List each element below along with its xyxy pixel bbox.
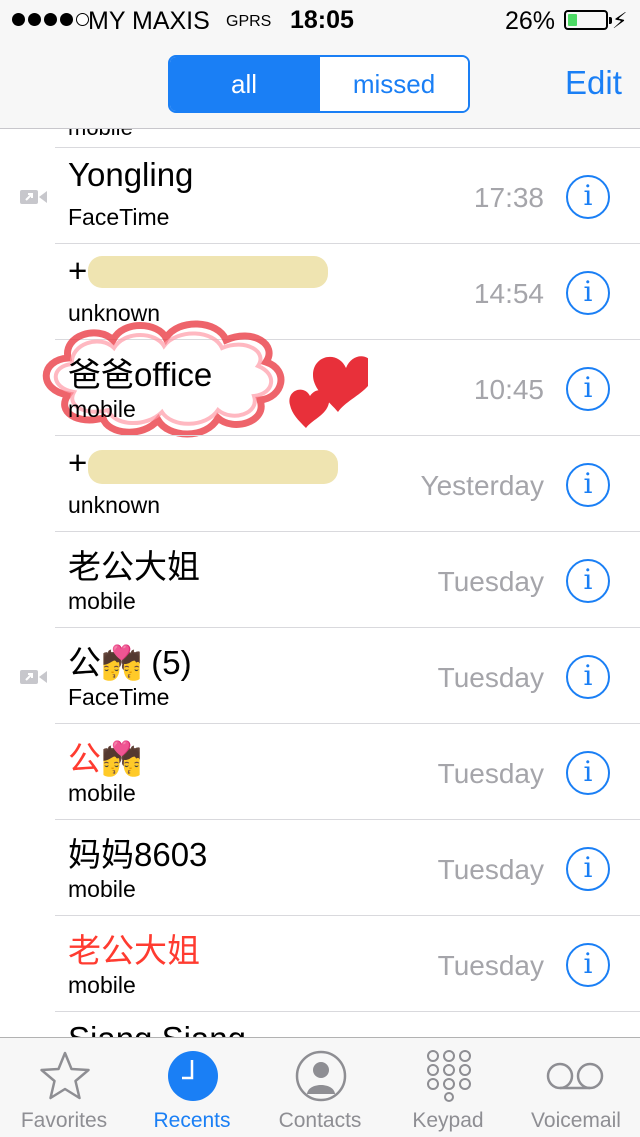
facetime-video-icon (20, 670, 47, 684)
recents-filter-control[interactable]: all missed (168, 55, 470, 113)
keypad-icon (427, 1050, 471, 1102)
segment-missed[interactable]: missed (318, 57, 468, 111)
call-time: 17:38 (473, 182, 544, 213)
charging-bolt-icon: ⚡ (612, 8, 628, 33)
info-button[interactable]: i (566, 271, 610, 315)
network-type: GPRS (226, 13, 272, 30)
tab-keypad[interactable]: Keypad (384, 1038, 512, 1137)
call-time: 14:54 (473, 278, 544, 309)
contact-name-missed: 公💏 (68, 740, 143, 777)
redaction-smudge (88, 450, 338, 484)
contact-icon (295, 1050, 347, 1102)
call-type: FaceTime (68, 684, 170, 710)
info-button[interactable]: i (566, 655, 610, 699)
recent-call-row[interactable]: 公💏 mobile Tuesday i (0, 724, 640, 820)
call-time: Yesterday (420, 470, 545, 501)
contact-name-missed: 老公大姐 (68, 932, 200, 969)
call-type: mobile (68, 972, 136, 998)
info-button[interactable]: i (566, 943, 610, 987)
contact-name: 妈妈8603 (68, 836, 208, 873)
call-type: mobile (68, 876, 136, 902)
tab-favorites[interactable]: Favorites (0, 1038, 128, 1137)
contact-name: + (68, 444, 88, 481)
recent-call-row[interactable]: Siang Siang (0, 1012, 640, 1037)
tab-label: Favorites (20, 1109, 108, 1132)
recent-call-row[interactable]: 公💏 (5) FaceTime Tuesday i (0, 628, 640, 724)
info-button[interactable]: i (566, 175, 610, 219)
call-time: 10:45 (473, 374, 544, 405)
recent-call-row[interactable]: 爸爸office mobile 10:45 i (0, 320, 640, 438)
contact-name: Yongling (68, 156, 194, 193)
status-bar: MY MAXIS GPRS 18:05 26% ⚡ (0, 0, 640, 40)
call-type: mobile (68, 588, 136, 614)
call-type: mobile (68, 780, 136, 806)
recent-call-row[interactable]: 老公大姐 mobile Tuesday i (0, 916, 640, 1012)
recents-list[interactable]: mobile Yongling FaceTime 17:38 i + unkno… (0, 129, 640, 1037)
info-button[interactable]: i (566, 367, 610, 411)
call-type: unknown (68, 492, 161, 518)
contact-name: 老公大姐 (68, 548, 200, 585)
call-time: Tuesday (437, 662, 544, 693)
tab-label: Voicemail (531, 1109, 621, 1132)
tab-bar: Favorites Recents Contacts Keypad Voicem… (0, 1037, 640, 1137)
tab-voicemail[interactable]: Voicemail (512, 1038, 640, 1137)
call-type: mobile (68, 396, 136, 422)
tab-contacts[interactable]: Contacts (256, 1038, 384, 1137)
tab-label: Contacts (278, 1109, 362, 1132)
call-time: Tuesday (437, 566, 544, 597)
segment-all[interactable]: all (170, 57, 318, 111)
contact-name: 公💏 (5) (68, 644, 192, 681)
partial-row-label: mobile (68, 129, 133, 141)
info-button[interactable]: i (566, 751, 610, 795)
recent-call-row[interactable]: 妈妈8603 mobile Tuesday i (0, 820, 640, 916)
battery-icon (564, 10, 612, 30)
contact-name: Siang Siang (68, 1020, 246, 1037)
carrier-name: MY MAXIS (88, 7, 210, 35)
call-time: Tuesday (437, 950, 544, 981)
redaction-smudge (88, 256, 328, 288)
tab-recents[interactable]: Recents (128, 1038, 256, 1137)
battery-percent: 26% (505, 7, 556, 35)
call-time: Tuesday (437, 854, 544, 885)
info-button[interactable]: i (566, 847, 610, 891)
clock: 18:05 (290, 6, 354, 34)
voicemail-icon (546, 1062, 604, 1090)
tab-label: Recents (153, 1109, 231, 1132)
recent-call-row[interactable]: + unknown Yesterday i (0, 436, 640, 532)
tab-label: Keypad (412, 1109, 484, 1132)
call-type: FaceTime (68, 204, 170, 230)
facetime-video-icon (20, 190, 47, 204)
info-button[interactable]: i (566, 463, 610, 507)
info-button[interactable]: i (566, 559, 610, 603)
contact-name: 爸爸office (68, 356, 213, 393)
clock-icon (168, 1051, 218, 1101)
star-icon (40, 1051, 90, 1100)
call-time: Tuesday (437, 758, 544, 789)
top-bar: MY MAXIS GPRS 18:05 26% ⚡ all missed Edi… (0, 0, 640, 129)
recent-call-row[interactable]: Yongling FaceTime 17:38 i (0, 148, 640, 244)
recent-call-row[interactable]: 老公大姐 mobile Tuesday i (0, 532, 640, 628)
signal-strength-icon (12, 13, 89, 26)
contact-name: + (68, 252, 88, 289)
edit-button[interactable]: Edit (565, 64, 622, 102)
